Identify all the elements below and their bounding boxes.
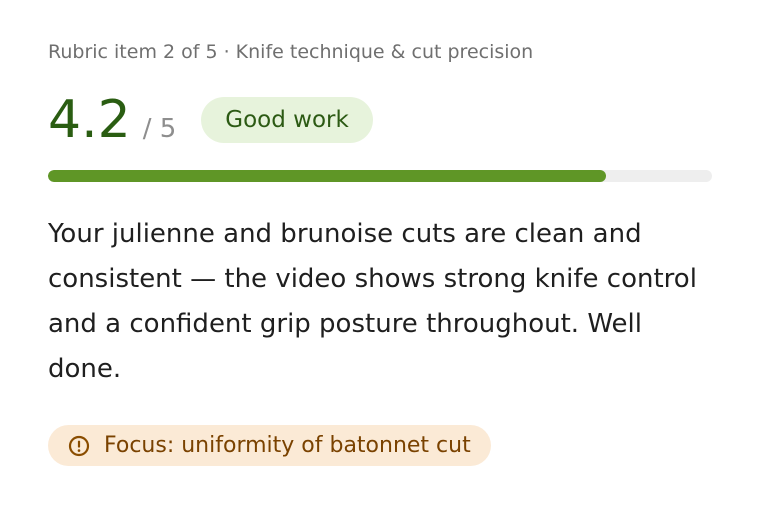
score-progress-fill <box>48 170 606 182</box>
score-max: / 5 <box>142 114 177 144</box>
score-value: 4.2 <box>48 90 131 150</box>
feedback-text: Your julienne and brunoise cuts are clea… <box>48 219 697 384</box>
focus-label: Focus: uniformity of batonnet cut <box>104 433 471 458</box>
score-row: 4.2 / 5 Good work <box>48 92 373 148</box>
status-badge: Good work <box>201 97 373 143</box>
warning-circle-icon <box>68 435 90 457</box>
rubric-item-caption: Rubric item 2 of 5 · Knife technique & c… <box>48 41 534 63</box>
score-progress-bar <box>48 170 712 182</box>
focus-chip: Focus: uniformity of batonnet cut <box>48 425 491 466</box>
